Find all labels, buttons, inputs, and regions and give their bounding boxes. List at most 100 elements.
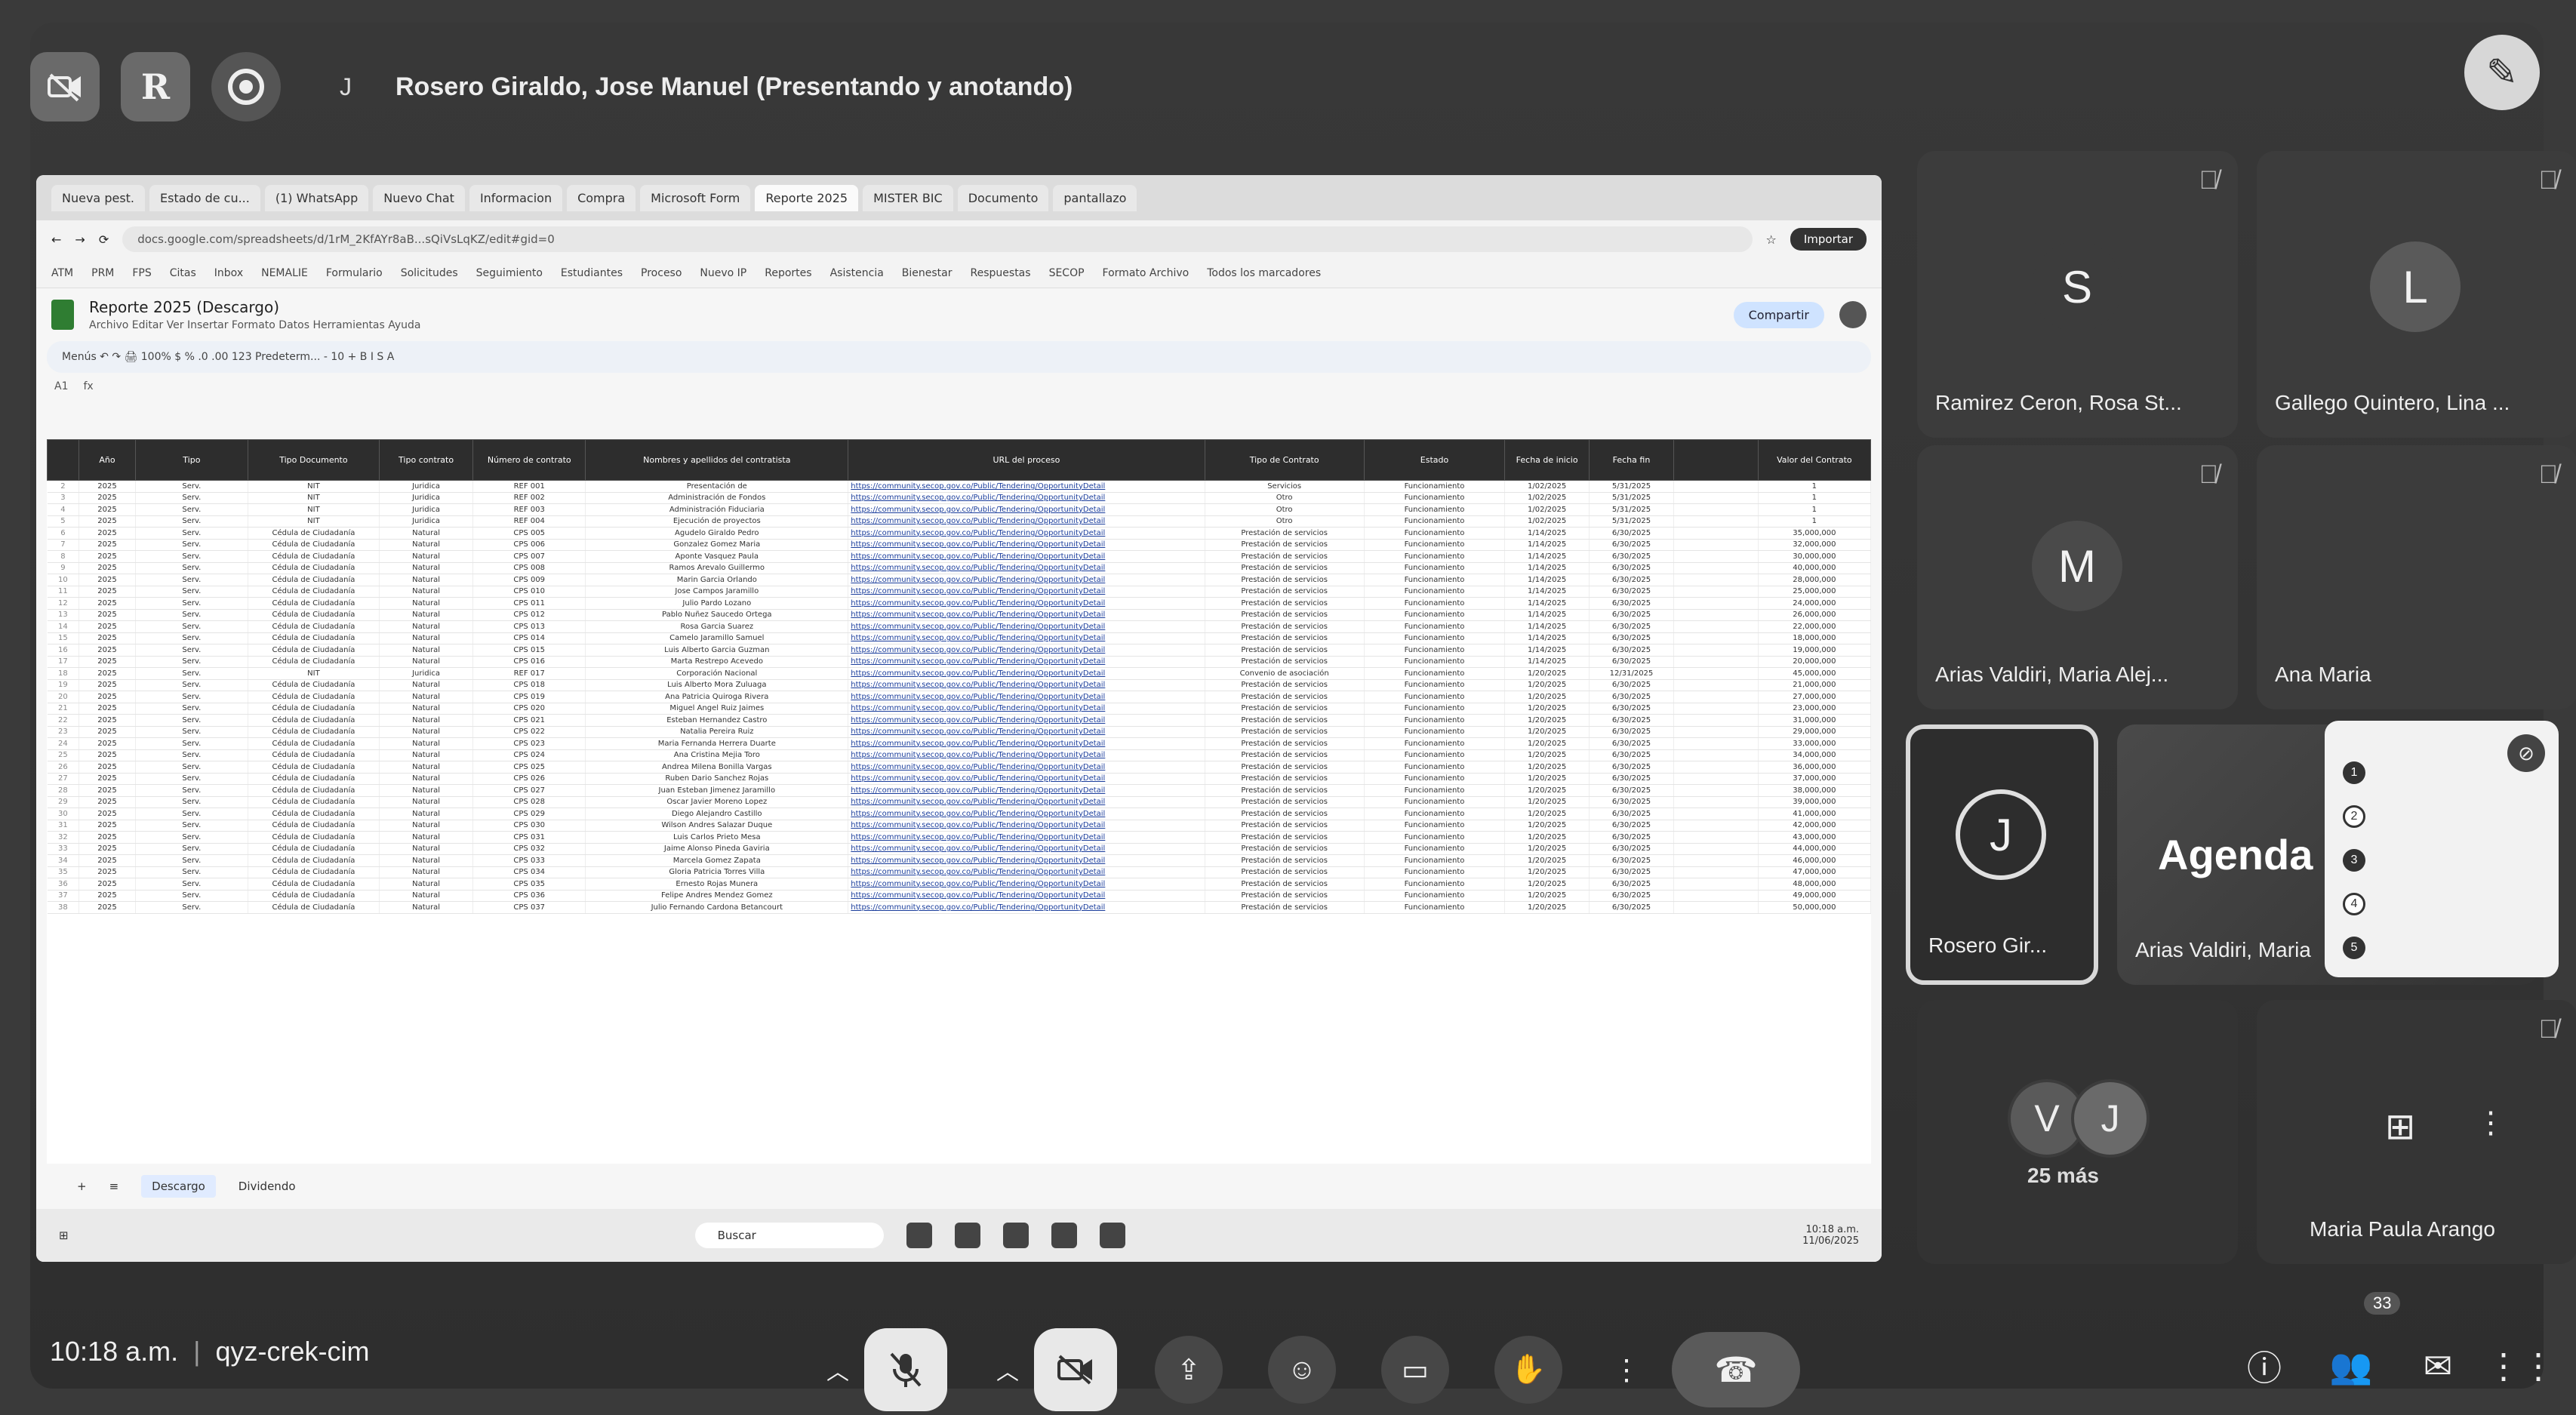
table-cell[interactable]: 23,000,000 <box>1758 703 1871 715</box>
table-cell[interactable]: Cédula de Ciudadanía <box>248 831 380 844</box>
table-cell[interactable]: Serv. <box>135 784 248 797</box>
table-cell[interactable]: 25,000,000 <box>1758 586 1871 598</box>
table-cell[interactable]: Serv. <box>135 574 248 586</box>
table-cell[interactable]: Prestación de servicios <box>1205 691 1365 703</box>
table-cell[interactable]: Funcionamiento <box>1364 831 1506 844</box>
table-cell[interactable]: Funcionamiento <box>1364 656 1506 668</box>
list-item[interactable]: 2 <box>2343 795 2541 838</box>
table-cell[interactable]: 5/31/2025 <box>1589 492 1674 504</box>
table-cell[interactable]: 6/30/2025 <box>1589 550 1674 563</box>
table-row[interactable]: 36 2025 Serv. Cédula de Ciudadanía Natural CP… <box>47 878 1871 891</box>
table-cell[interactable]: CPS 007 <box>472 550 586 563</box>
table-cell[interactable]: Serv. <box>135 726 248 738</box>
table-cell[interactable] <box>1673 820 1759 832</box>
table-cell[interactable]: Funcionamiento <box>1364 632 1506 644</box>
table-cell[interactable]: Serv. <box>135 480 248 493</box>
bookmark-item[interactable]: Estudiantes <box>561 267 623 279</box>
table-cell[interactable]: Natural <box>379 679 474 691</box>
reload-icon[interactable]: ⟳ <box>99 232 109 247</box>
table-cell[interactable]: 2025 <box>78 878 136 891</box>
table-cell[interactable]: CPS 014 <box>472 632 586 644</box>
table-cell[interactable]: https://community.secop.gov.co/Public/Te… <box>848 878 1205 891</box>
table-row[interactable]: 26 2025 Serv. Cédula de Ciudadanía Natural CP… <box>47 761 1871 774</box>
table-cell[interactable]: https://community.secop.gov.co/Public/Te… <box>848 679 1205 691</box>
app-icon[interactable] <box>1002 1223 1029 1248</box>
table-cell[interactable]: Serv. <box>135 679 248 691</box>
table-cell[interactable] <box>1673 843 1759 855</box>
table-row[interactable]: 29 2025 Serv. Cédula de Ciudadanía Natural CP… <box>47 796 1871 808</box>
table-cell[interactable]: Funcionamiento <box>1364 820 1506 832</box>
table-cell[interactable]: 2025 <box>78 796 136 808</box>
browser-tab[interactable]: pantallazo <box>1053 184 1137 211</box>
table-cell[interactable] <box>1673 901 1759 914</box>
table-cell[interactable]: 6/30/2025 <box>1589 761 1674 774</box>
table-cell[interactable]: Funcionamiento <box>1364 515 1506 528</box>
browser-tab[interactable]: (1) WhatsApp <box>264 184 369 211</box>
table-cell[interactable]: Serv. <box>135 562 248 574</box>
table-cell[interactable]: Prestación de servicios <box>1205 574 1365 586</box>
bookmark-item[interactable]: Todos los marcadores <box>1207 267 1321 279</box>
table-cell[interactable]: https://community.secop.gov.co/Public/Te… <box>848 632 1205 644</box>
table-cell[interactable]: Natalia Pereira Ruiz <box>585 726 849 738</box>
table-cell[interactable]: 2025 <box>78 761 136 774</box>
table-cell[interactable] <box>1673 620 1759 633</box>
table-cell[interactable] <box>1673 597 1759 610</box>
table-cell[interactable]: https://community.secop.gov.co/Public/Te… <box>848 854 1205 867</box>
table-cell[interactable]: 2025 <box>78 550 136 563</box>
table-cell[interactable]: 1/14/2025 <box>1504 586 1590 598</box>
table-cell[interactable]: 2025 <box>78 503 136 516</box>
bookmark-item[interactable]: Formulario <box>326 267 383 279</box>
table-cell[interactable]: Serv. <box>135 843 248 855</box>
table-cell[interactable]: CPS 031 <box>472 831 586 844</box>
table-cell[interactable]: 1/14/2025 <box>1504 632 1590 644</box>
app-icon[interactable] <box>1051 1223 1077 1248</box>
table-cell[interactable]: Cédula de Ciudadanía <box>248 527 380 540</box>
table-cell[interactable]: 2025 <box>78 714 136 727</box>
table-cell[interactable]: 2025 <box>78 667 136 680</box>
table-cell[interactable] <box>1673 831 1759 844</box>
table-cell[interactable] <box>1673 866 1759 878</box>
table-cell[interactable]: 5/31/2025 <box>1589 515 1674 528</box>
table-cell[interactable]: 6/30/2025 <box>1589 807 1674 820</box>
table-cell[interactable] <box>1673 503 1759 516</box>
table-cell[interactable]: Prestación de servicios <box>1205 761 1365 774</box>
table-cell[interactable]: 2025 <box>78 703 136 715</box>
table-cell[interactable]: CPS 008 <box>472 562 586 574</box>
participant-tile[interactable]: 🎙̸ M Arias Valdiri, Maria Alej... <box>1917 445 2238 709</box>
table-cell[interactable]: CPS 006 <box>472 539 586 551</box>
table-cell[interactable]: Serv. <box>135 854 248 867</box>
table-cell[interactable]: Serv. <box>135 749 248 761</box>
table-cell[interactable]: Servicios <box>1205 480 1365 493</box>
table-cell[interactable]: Cédula de Ciudadanía <box>248 574 380 586</box>
table-cell[interactable]: 1/14/2025 <box>1504 656 1590 668</box>
table-cell[interactable]: Maria Fernanda Herrera Duarte <box>585 737 849 750</box>
table-cell[interactable]: Funcionamiento <box>1364 854 1506 867</box>
table-cell[interactable]: https://community.secop.gov.co/Public/Te… <box>848 609 1205 621</box>
table-cell[interactable]: Ana Cristina Mejia Toro <box>585 749 849 761</box>
table-cell[interactable]: Funcionamiento <box>1364 726 1506 738</box>
table-cell[interactable]: Cédula de Ciudadanía <box>248 796 380 808</box>
table-cell[interactable]: Prestación de servicios <box>1205 620 1365 633</box>
avatar[interactable] <box>1839 301 1867 328</box>
table-cell[interactable]: Funcionamiento <box>1364 901 1506 914</box>
table-cell[interactable] <box>1673 773 1759 785</box>
table-cell[interactable]: Prestación de servicios <box>1205 679 1365 691</box>
table-cell[interactable]: Natural <box>379 597 474 610</box>
table-cell[interactable]: Ruben Dario Sanchez Rojas <box>585 773 849 785</box>
list-item[interactable]: 5 <box>2343 926 2541 970</box>
table-cell[interactable]: Funcionamiento <box>1364 807 1506 820</box>
browser-tab[interactable]: Documento <box>957 184 1049 211</box>
table-cell[interactable]: 2025 <box>78 492 136 504</box>
table-cell[interactable]: Natural <box>379 773 474 785</box>
table-cell[interactable]: Pablo Nuñez Saucedo Ortega <box>585 609 849 621</box>
table-cell[interactable]: 1/02/2025 <box>1504 503 1590 516</box>
table-cell[interactable]: Serv. <box>135 503 248 516</box>
table-cell[interactable]: 2025 <box>78 737 136 750</box>
table-cell[interactable]: Serv. <box>135 656 248 668</box>
table-cell[interactable]: 1/20/2025 <box>1504 784 1590 797</box>
table-cell[interactable]: 1/20/2025 <box>1504 773 1590 785</box>
table-cell[interactable]: CPS 020 <box>472 703 586 715</box>
table-cell[interactable]: Cédula de Ciudadanía <box>248 644 380 657</box>
table-cell[interactable]: 50,000,000 <box>1758 901 1871 914</box>
table-cell[interactable]: CPS 021 <box>472 714 586 727</box>
